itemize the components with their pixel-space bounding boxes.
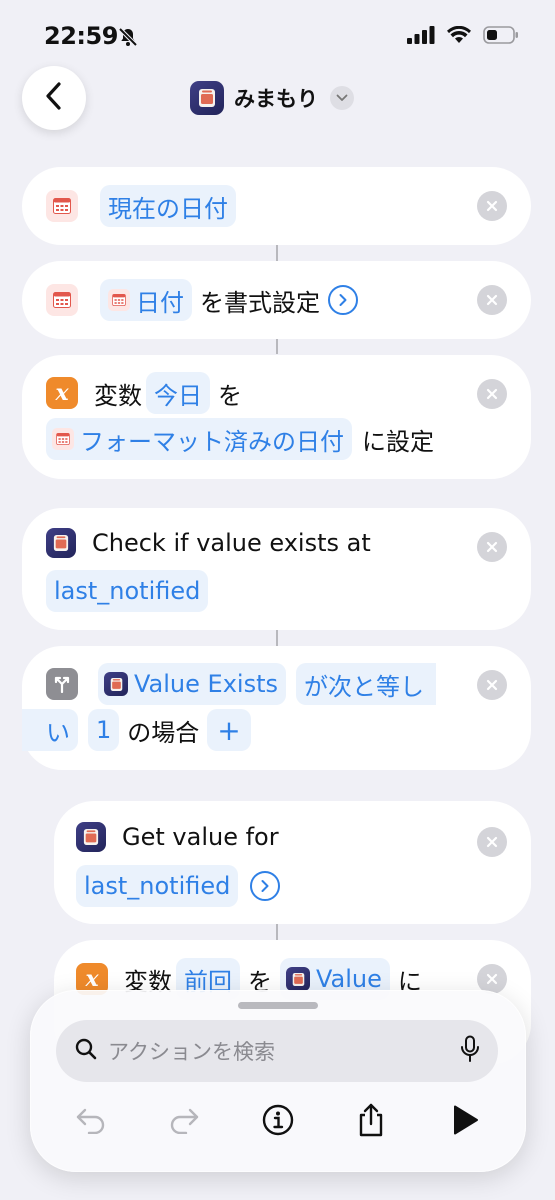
connector-line	[276, 924, 278, 940]
undo-icon[interactable]	[71, 1100, 111, 1140]
expand-arrow-icon[interactable]	[250, 871, 281, 901]
condition-operator-token-cont[interactable]: い	[22, 709, 78, 751]
calendar-icon	[52, 428, 74, 450]
panel-grabber[interactable]	[238, 1002, 318, 1009]
remove-action-button[interactable]	[477, 532, 507, 562]
app-icon	[76, 822, 106, 852]
calendar-icon	[46, 190, 78, 222]
condition-operator-token[interactable]: が次と等し	[296, 663, 436, 705]
remove-action-button[interactable]	[477, 827, 507, 857]
action-format-date[interactable]: 日付 を書式設定	[22, 261, 531, 339]
share-icon[interactable]	[351, 1100, 391, 1140]
value-exists-token[interactable]: Value Exists	[98, 663, 286, 705]
info-icon[interactable]	[258, 1100, 298, 1140]
check-value-text: Check if value exists at	[92, 529, 371, 557]
back-button[interactable]	[22, 66, 86, 130]
connector-line	[276, 245, 278, 261]
condition-value-token[interactable]: 1	[88, 709, 120, 751]
variable-prefix-text: 変数	[94, 381, 142, 410]
action-set-variable-today[interactable]: x 変数 今日 を フォーマット済みの日付 に設定	[22, 355, 531, 479]
expand-arrow-icon[interactable]	[328, 285, 358, 315]
status-time: 22:59	[44, 22, 118, 50]
app-icon	[46, 528, 76, 558]
key-token[interactable]: last_notified	[46, 570, 209, 612]
shortcut-title-menu[interactable]: みまもり	[190, 80, 354, 116]
calendar-icon	[46, 284, 78, 316]
status-bar: 22:59	[0, 0, 555, 70]
get-value-text: Get value for	[122, 823, 279, 851]
date-token-label: 日付	[136, 288, 184, 317]
search-icon	[74, 1037, 98, 1065]
calendar-icon	[108, 289, 130, 311]
play-icon[interactable]	[445, 1100, 485, 1140]
app-icon	[190, 81, 224, 115]
remove-action-button[interactable]	[477, 670, 507, 700]
if-text: の場合	[127, 718, 200, 747]
action-current-date[interactable]: 現在の日付	[22, 167, 531, 245]
remove-action-button[interactable]	[477, 191, 507, 221]
variable-name-token[interactable]: 今日	[146, 372, 210, 414]
formatted-date-token-label: フォーマット済みの日付	[80, 427, 344, 456]
action-if-condition[interactable]: Value Exists が次と等し い 1 の場合 +	[22, 646, 531, 770]
add-condition-button[interactable]: +	[207, 709, 251, 751]
battery-icon	[483, 26, 519, 48]
app-icon	[104, 672, 128, 696]
remove-action-button[interactable]	[477, 285, 507, 315]
chevron-down-icon[interactable]	[330, 86, 354, 110]
value-exists-label: Value Exists	[134, 670, 278, 698]
set-text: に設定	[362, 427, 434, 456]
redo-icon[interactable]	[164, 1100, 204, 1140]
search-placeholder: アクションを検索	[108, 1040, 275, 1064]
wifi-icon	[447, 25, 471, 48]
formatted-date-token[interactable]: フォーマット済みの日付	[46, 418, 352, 460]
action-search-field[interactable]: アクションを検索	[56, 1020, 498, 1082]
date-token[interactable]: 日付	[100, 279, 192, 321]
connector-line	[276, 630, 278, 646]
key-token[interactable]: last_notified	[76, 865, 239, 907]
shortcut-title: みまもり	[234, 87, 318, 111]
app-icon	[286, 967, 310, 991]
variable-to-text: を	[218, 381, 242, 410]
variable-icon: x	[46, 377, 78, 409]
action-check-value-exists[interactable]: Check if value exists at last_notified	[22, 508, 531, 630]
format-date-text: を書式設定	[200, 288, 320, 317]
current-date-token[interactable]: 現在の日付	[100, 185, 236, 227]
bell-slash-icon	[117, 26, 139, 52]
cellular-signal-icon	[407, 26, 435, 48]
chevron-left-icon	[42, 81, 66, 115]
microphone-icon[interactable]	[460, 1035, 480, 1067]
remove-action-button[interactable]	[477, 379, 507, 409]
value-token-label: Value	[316, 965, 382, 993]
branch-icon	[46, 668, 78, 700]
action-get-value[interactable]: Get value for last_notified	[54, 801, 531, 924]
connector-line	[276, 338, 278, 354]
